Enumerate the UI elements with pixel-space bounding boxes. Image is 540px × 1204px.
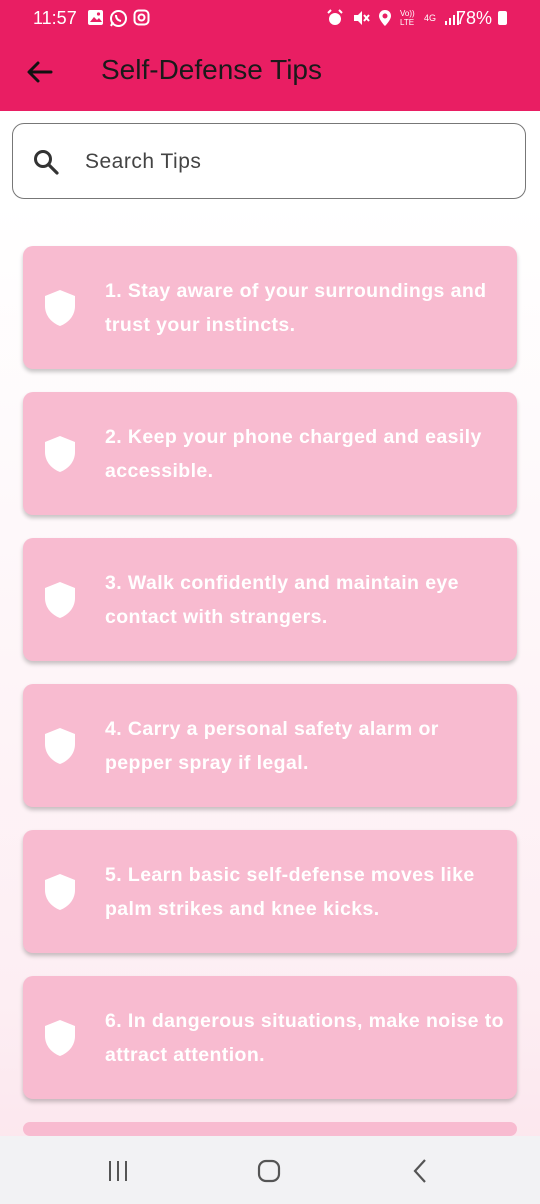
search-input[interactable] bbox=[83, 142, 507, 182]
instagram-icon bbox=[133, 9, 150, 26]
mute-icon bbox=[354, 11, 370, 25]
system-nav-bar bbox=[0, 1136, 540, 1204]
tip-card[interactable]: 1. Stay aware of your surroundings and t… bbox=[23, 246, 517, 369]
shield-icon bbox=[45, 290, 75, 326]
tip-card[interactable]: 5. Learn basic self-defense moves like p… bbox=[23, 830, 517, 953]
battery-icon bbox=[498, 11, 507, 25]
tip-card[interactable]: 2. Keep your phone charged and easily ac… bbox=[23, 392, 517, 515]
tip-card[interactable]: 6. In dangerous situations, make noise t… bbox=[23, 976, 517, 1099]
tip-text: 5. Learn basic self-defense moves like p… bbox=[105, 864, 475, 920]
tip-text: 2. Keep your phone charged and easily ac… bbox=[105, 426, 482, 482]
shield-icon bbox=[45, 582, 75, 618]
whatsapp-icon bbox=[110, 10, 127, 27]
search-icon bbox=[34, 150, 59, 175]
shield-icon bbox=[45, 728, 75, 764]
tip-card-partial[interactable] bbox=[23, 1122, 517, 1136]
recents-icon[interactable] bbox=[98, 1156, 138, 1186]
back-chevron-icon[interactable] bbox=[400, 1156, 440, 1186]
shield-icon bbox=[45, 436, 75, 472]
carrier-label: Vo)) LTE bbox=[400, 9, 415, 27]
tip-text: 6. In dangerous situations, make noise t… bbox=[105, 1010, 504, 1066]
page-title: Self-Defense Tips bbox=[101, 54, 322, 85]
back-arrow-icon[interactable] bbox=[24, 56, 56, 88]
app-bar: 11:57 Vo)) LTE 4G 78% Self-Defense Tips bbox=[0, 0, 540, 111]
search-box[interactable] bbox=[12, 123, 526, 199]
tips-list: 1. Stay aware of your surroundings and t… bbox=[23, 246, 517, 1159]
network-label: 4G bbox=[424, 13, 437, 23]
status-time: 11:57 bbox=[33, 8, 77, 28]
shield-icon bbox=[45, 874, 75, 910]
tip-text: 3. Walk confidently and maintain eye con… bbox=[105, 572, 459, 628]
battery-percent: 78% bbox=[456, 8, 493, 28]
alarm-icon bbox=[327, 9, 343, 25]
gallery-icon bbox=[88, 10, 103, 25]
home-icon[interactable] bbox=[249, 1156, 289, 1186]
tip-text: 4. Carry a personal safety alarm or pepp… bbox=[105, 718, 439, 774]
location-icon bbox=[379, 10, 391, 26]
status-bar: 11:57 Vo)) LTE 4G 78% bbox=[0, 0, 540, 36]
tip-text: 1. Stay aware of your surroundings and t… bbox=[105, 280, 487, 336]
shield-icon bbox=[45, 1020, 75, 1056]
tip-card[interactable]: 4. Carry a personal safety alarm or pepp… bbox=[23, 684, 517, 807]
tip-card[interactable]: 3. Walk confidently and maintain eye con… bbox=[23, 538, 517, 661]
